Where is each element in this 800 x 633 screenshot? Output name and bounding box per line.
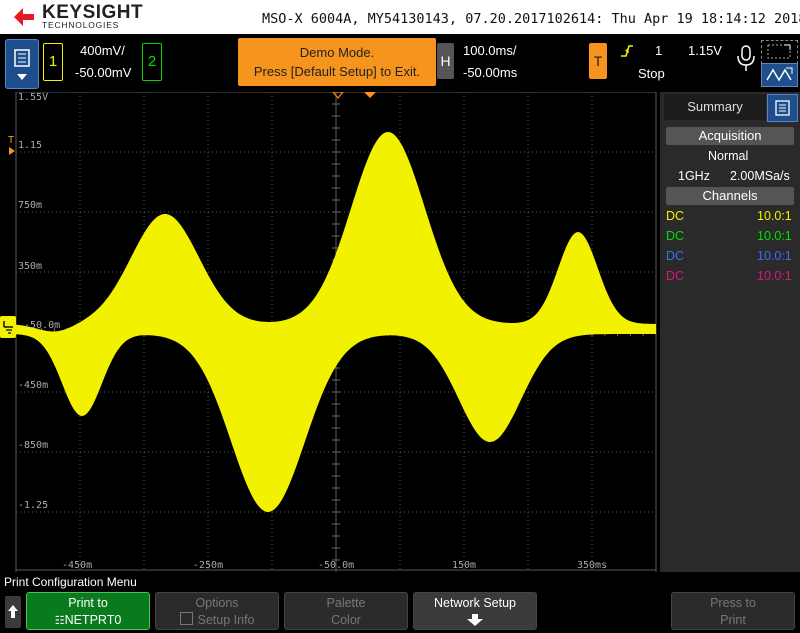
- trigger-position-marker: [332, 92, 344, 99]
- trigger-source: 1: [655, 43, 663, 58]
- list-icon: [775, 100, 790, 116]
- trigger-level: 1.15V: [688, 43, 722, 58]
- summary-panel: [660, 92, 800, 572]
- delay-marker: [364, 92, 376, 98]
- arrow-up-icon: [8, 605, 18, 618]
- main-menu-button[interactable]: [5, 39, 39, 89]
- press-to-print-label: Press to: [710, 596, 756, 610]
- y-axis-label: 750m: [18, 200, 43, 211]
- brand-subtitle: TECHNOLOGIES: [42, 20, 120, 30]
- y-axis-label: -850m: [18, 440, 49, 451]
- sample-rate-analog: 1GHz: [678, 169, 710, 183]
- network-setup-label: Network Setup: [434, 596, 516, 610]
- options-softkey[interactable]: Options Setup Info: [155, 592, 279, 630]
- y-axis-label: 1.15: [18, 140, 43, 151]
- timebase-scale: 100.0ms/: [463, 43, 517, 58]
- channel-probe-ratio: 10.0:1: [757, 269, 792, 283]
- y-axis-label: -450m: [18, 380, 49, 391]
- waveform-display[interactable]: [0, 92, 658, 572]
- tab-summary[interactable]: Summary: [664, 94, 766, 120]
- summary-menu-button[interactable]: [767, 94, 798, 122]
- x-axis-label: -50.0m: [318, 560, 355, 571]
- keysight-logo-icon: [14, 8, 34, 26]
- channel-coupling: DC: [666, 249, 685, 263]
- y-axis-label: -50.0m: [24, 320, 61, 331]
- channel-probe-ratio: 10.0:1: [757, 249, 792, 263]
- setup-info-label: Setup Info: [197, 613, 255, 627]
- channel-2-button[interactable]: 2: [142, 43, 162, 81]
- options-label: Options: [195, 596, 239, 610]
- palette-label: Palette: [326, 596, 366, 610]
- y-axis-label: 350m: [18, 261, 43, 272]
- ch1-scale: 400mV/: [80, 43, 125, 58]
- demo-mode-banner[interactable]: Demo Mode. Press [Default Setup] to Exit…: [238, 38, 436, 86]
- x-axis-label: 150m: [452, 560, 477, 571]
- channel-coupling: DC: [666, 229, 685, 243]
- menu-title: Print Configuration Menu: [4, 575, 137, 589]
- x-axis-label: -450m: [62, 560, 93, 571]
- demo-line-2: Press [Default Setup] to Exit.: [253, 64, 421, 79]
- zoom-window-icon: [767, 44, 791, 59]
- setup-info-checkbox[interactable]: [179, 612, 193, 625]
- zoom-button[interactable]: [761, 40, 798, 64]
- network-printer-icon: ☷: [54, 615, 65, 627]
- press-to-print-value: Print: [720, 613, 746, 627]
- demo-line-1: Demo Mode.: [299, 45, 375, 60]
- auto-scale-icon: [766, 67, 793, 82]
- menu-list-icon: [14, 49, 30, 80]
- timebase-delay: -50.00ms: [463, 65, 518, 80]
- channel-1-button[interactable]: 1: [43, 43, 63, 81]
- y-axis-label: 1.55V: [18, 92, 49, 103]
- print-to-value: NETPRT0: [64, 613, 122, 627]
- empty-softkey: [542, 592, 666, 630]
- auto-scale-button[interactable]: [761, 63, 798, 87]
- palette-softkey[interactable]: Palette Color: [284, 592, 408, 630]
- channel-probe-ratio: 10.0:1: [757, 209, 792, 223]
- rising-edge-icon: [621, 45, 633, 57]
- ch1-offset: -50.00mV: [75, 65, 132, 80]
- x-axis-label: 350ms: [577, 560, 608, 571]
- x-axis-label: -250m: [193, 560, 224, 571]
- trigger-button[interactable]: T: [589, 43, 607, 79]
- ground-icon: [3, 321, 13, 334]
- trigger-marker-label: T: [8, 135, 15, 146]
- display-markers: [9, 92, 376, 155]
- network-setup-softkey[interactable]: Network Setup: [413, 592, 537, 630]
- acquisition-header: Acquisition: [666, 127, 794, 145]
- channel-coupling: DC: [666, 209, 685, 223]
- trigger-level-marker: [9, 147, 15, 155]
- y-axis-label: -1.25: [18, 500, 49, 511]
- channel-coupling: DC: [666, 269, 685, 283]
- channels-header: Channels: [666, 187, 794, 205]
- run-status: Stop: [638, 66, 665, 81]
- arrow-down-icon: [467, 614, 483, 626]
- horizontal-button[interactable]: H: [437, 43, 454, 79]
- sample-rate-value: 2.00MSa/s: [730, 169, 790, 183]
- press-to-print-softkey[interactable]: Press to Print: [671, 592, 795, 630]
- print-to-softkey[interactable]: Print to ☷NETPRT0: [26, 592, 150, 630]
- acquisition-mode: Normal: [708, 149, 749, 163]
- microphone-icon[interactable]: [735, 44, 757, 74]
- print-to-label: Print to: [68, 596, 108, 610]
- back-button[interactable]: [5, 596, 21, 628]
- device-info: MSO-X 6004A, MY54130143, 07.20.201710261…: [262, 11, 800, 27]
- channel-probe-ratio: 10.0:1: [757, 229, 792, 243]
- palette-value: Color: [331, 613, 361, 627]
- channel-1-ground-marker[interactable]: [0, 316, 16, 338]
